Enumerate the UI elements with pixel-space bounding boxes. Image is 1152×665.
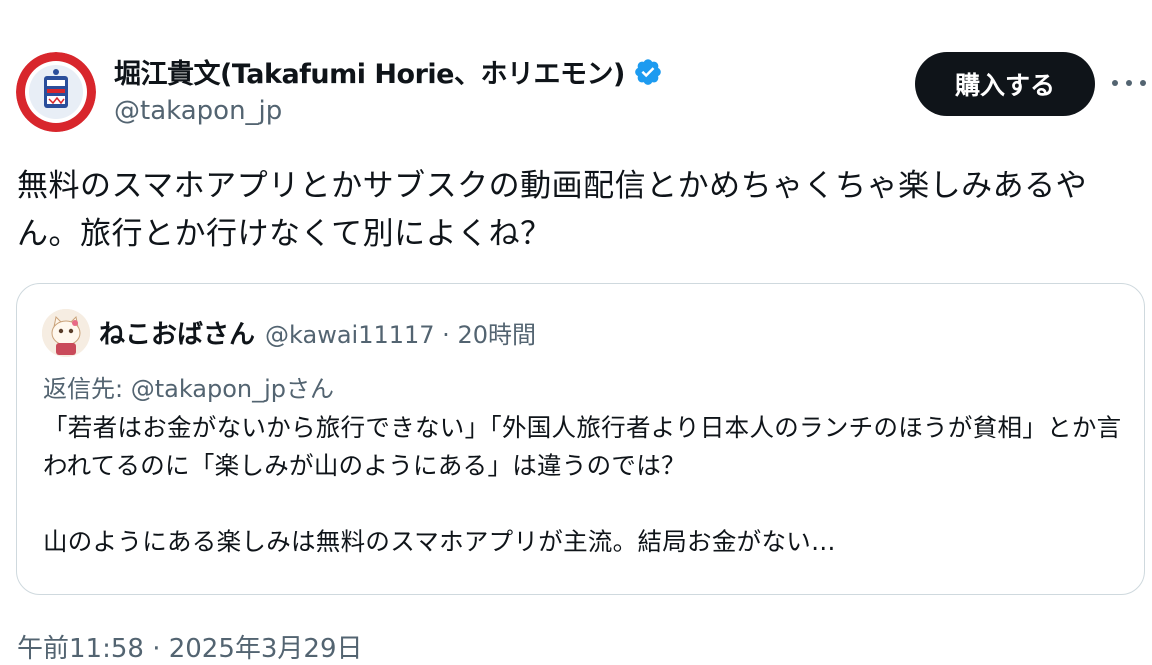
cat-avatar-icon [42, 309, 90, 357]
quote-header: ねこおばさん @kawai11117 · 20時間 [99, 314, 536, 351]
quote-author-avatar [42, 309, 90, 357]
author-display-name[interactable]: 堀江貴文(Takafumi Horie、ホリエモン) [114, 52, 625, 91]
verified-badge-icon[interactable] [633, 57, 663, 87]
buy-button[interactable]: 購入する [915, 52, 1095, 116]
tweet-timestamp[interactable]: 午前11:58 · 2025年3月29日 [17, 628, 363, 665]
author-avatar[interactable] [16, 52, 96, 132]
quote-body-paragraph-1: 「若者はお金がないから旅行できない」「外国人旅行者より日本人のランチのほうが貧相… [43, 413, 1122, 480]
quote-author-name[interactable]: ねこおばさん [99, 314, 255, 351]
author-name-row: 堀江貴文(Takafumi Horie、ホリエモン) [114, 52, 663, 91]
tweet-text: 無料のスマホアプリとかサブスクの動画配信とかめちゃくちゃ楽しみあるやん。旅行とか… [17, 168, 1088, 252]
quote-body-paragraph-2: 山のようにある楽しみは無料のスマホアプリが主流。結局お金がない… [43, 527, 836, 556]
quoted-tweet-card[interactable]: ねこおばさん @kawai11117 · 20時間 返信先: @takapon_… [16, 283, 1145, 595]
author-handle[interactable]: @takapon_jp [114, 96, 282, 126]
quote-body: 「若者はお金がないから旅行できない」「外国人旅行者より日本人のランチのほうが貧相… [43, 409, 1123, 561]
quote-handle-time[interactable]: @kawai11117 · 20時間 [265, 315, 536, 350]
quote-reply-to: 返信先: @takapon_jpさん [43, 375, 335, 403]
more-options-icon[interactable] [1112, 70, 1146, 96]
beppu-onsen-logo-icon [16, 52, 96, 132]
